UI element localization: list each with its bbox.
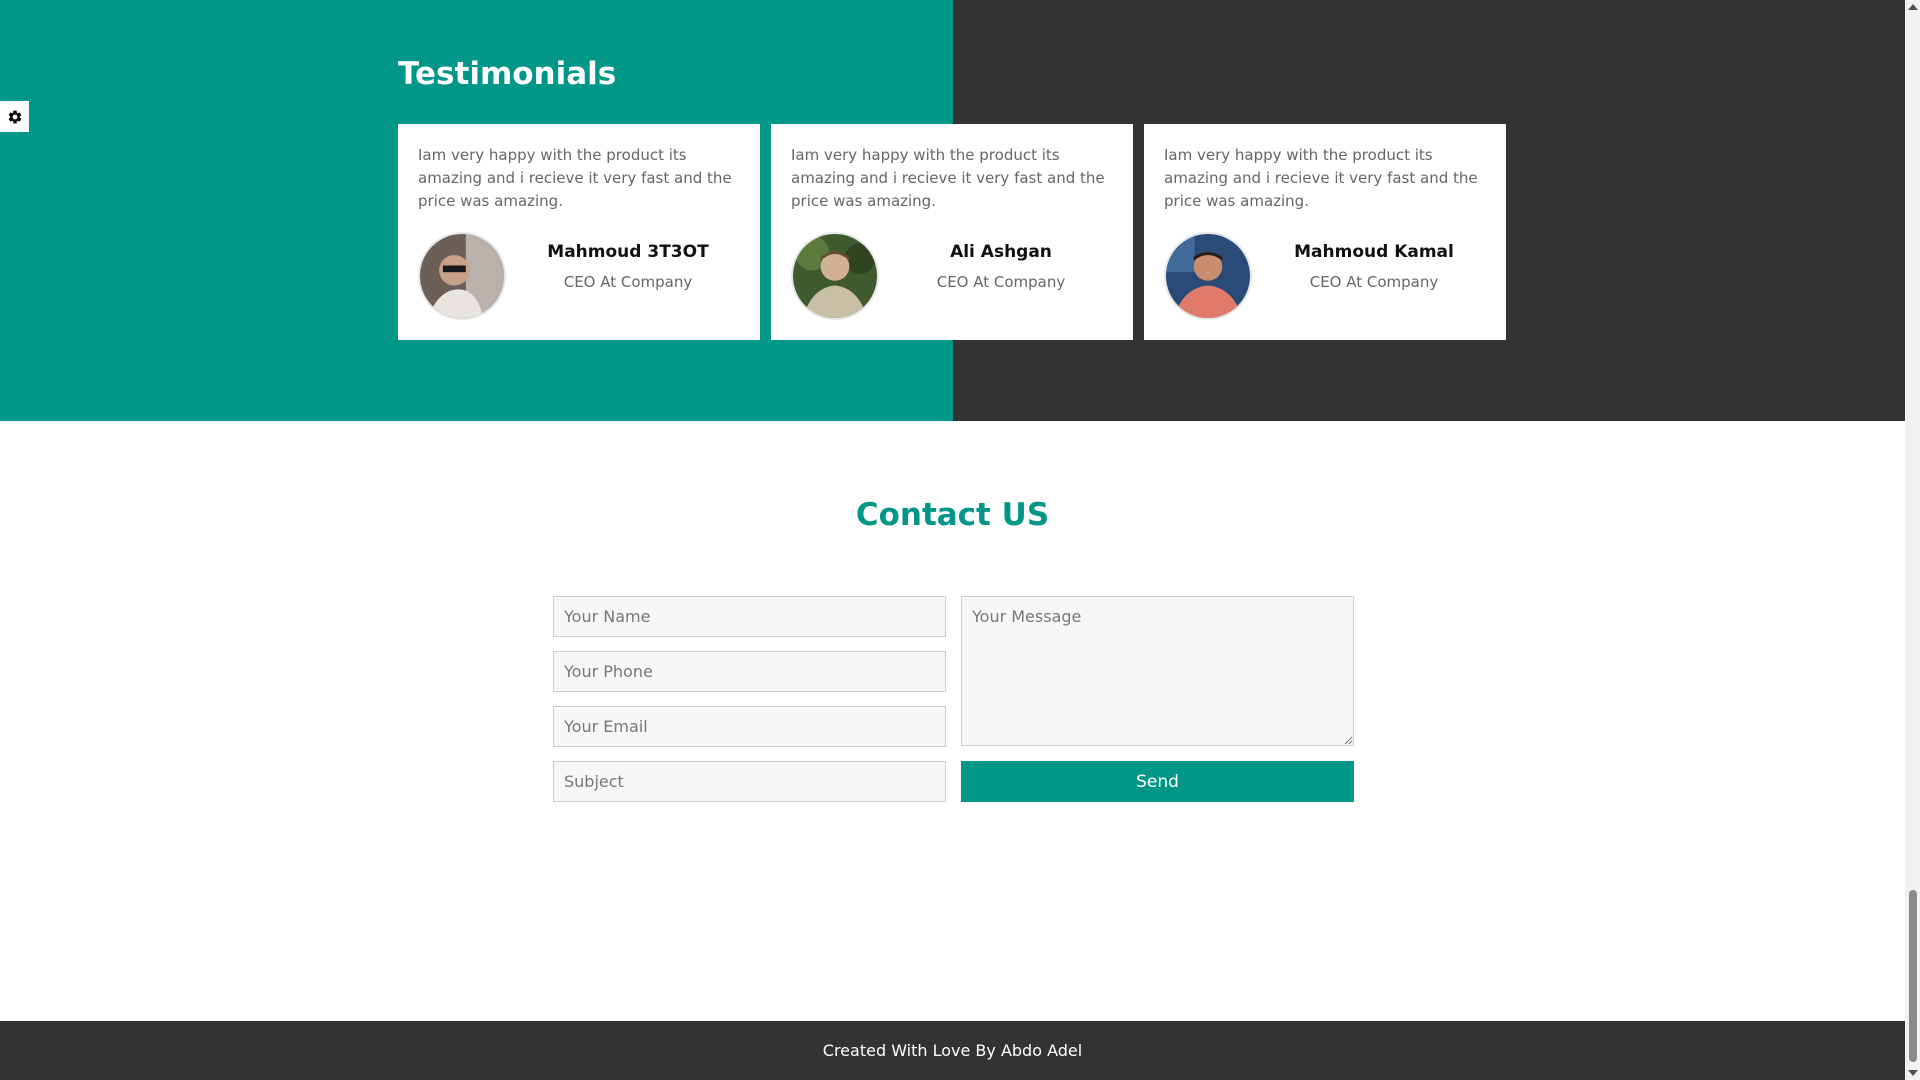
avatar-photo bbox=[420, 234, 504, 318]
testimonial-card: Iam very happy with the product its amaz… bbox=[771, 124, 1133, 340]
phone-field[interactable] bbox=[553, 651, 946, 692]
settings-toggle[interactable] bbox=[0, 101, 29, 132]
scroll-down-arrow-icon[interactable] bbox=[1908, 1070, 1918, 1076]
contact-title: Contact US bbox=[855, 497, 1050, 533]
gear-icon bbox=[8, 110, 21, 123]
avatar bbox=[418, 232, 506, 320]
email-field[interactable] bbox=[553, 706, 946, 747]
person-role: CEO At Company bbox=[936, 273, 1066, 291]
testimonial-card: Iam very happy with the product its amaz… bbox=[398, 124, 760, 340]
person-info: Mahmoud 3T3OT CEO At Company bbox=[528, 242, 728, 291]
testimonials-section: Testimonials Iam very happy with the pro… bbox=[0, 0, 1905, 421]
person-info: Ali Ashgan CEO At Company bbox=[901, 242, 1101, 291]
avatar-photo bbox=[793, 234, 877, 318]
person-role: CEO At Company bbox=[1309, 273, 1439, 291]
page: Testimonials Iam very happy with the pro… bbox=[0, 0, 1905, 1080]
testimonial-text: Iam very happy with the product its amaz… bbox=[791, 146, 1105, 210]
subject-field[interactable] bbox=[553, 761, 946, 802]
scrollbar-thumb[interactable] bbox=[1909, 890, 1917, 1062]
testimonials-title: Testimonials bbox=[398, 56, 617, 92]
scrollbar[interactable] bbox=[1905, 0, 1920, 1080]
contact-section: Contact US bbox=[0, 421, 1905, 1021]
avatar bbox=[791, 232, 879, 320]
testimonial-text: Iam very happy with the product its amaz… bbox=[418, 146, 732, 210]
avatar bbox=[1164, 232, 1252, 320]
person-info: Mahmoud Kamal CEO At Company bbox=[1274, 242, 1474, 291]
person-name: Mahmoud 3T3OT bbox=[547, 242, 709, 262]
footer: Created With Love By Abdo Adel bbox=[0, 1021, 1905, 1080]
footer-text: Created With Love By Abdo Adel bbox=[822, 1041, 1083, 1060]
testimonial-card: Iam very happy with the product its amaz… bbox=[1144, 124, 1506, 340]
person-name: Ali Ashgan bbox=[950, 242, 1052, 262]
message-field[interactable] bbox=[961, 596, 1354, 746]
testimonial-text: Iam very happy with the product its amaz… bbox=[1164, 146, 1478, 210]
avatar-photo bbox=[1166, 234, 1250, 318]
name-field[interactable] bbox=[553, 596, 946, 637]
testimonial-cards: Iam very happy with the product its amaz… bbox=[398, 124, 1506, 340]
person-name: Mahmoud Kamal bbox=[1294, 242, 1454, 262]
scroll-up-arrow-icon[interactable] bbox=[1908, 4, 1918, 10]
send-button[interactable]: Send bbox=[961, 761, 1354, 802]
person-role: CEO At Company bbox=[563, 273, 693, 291]
